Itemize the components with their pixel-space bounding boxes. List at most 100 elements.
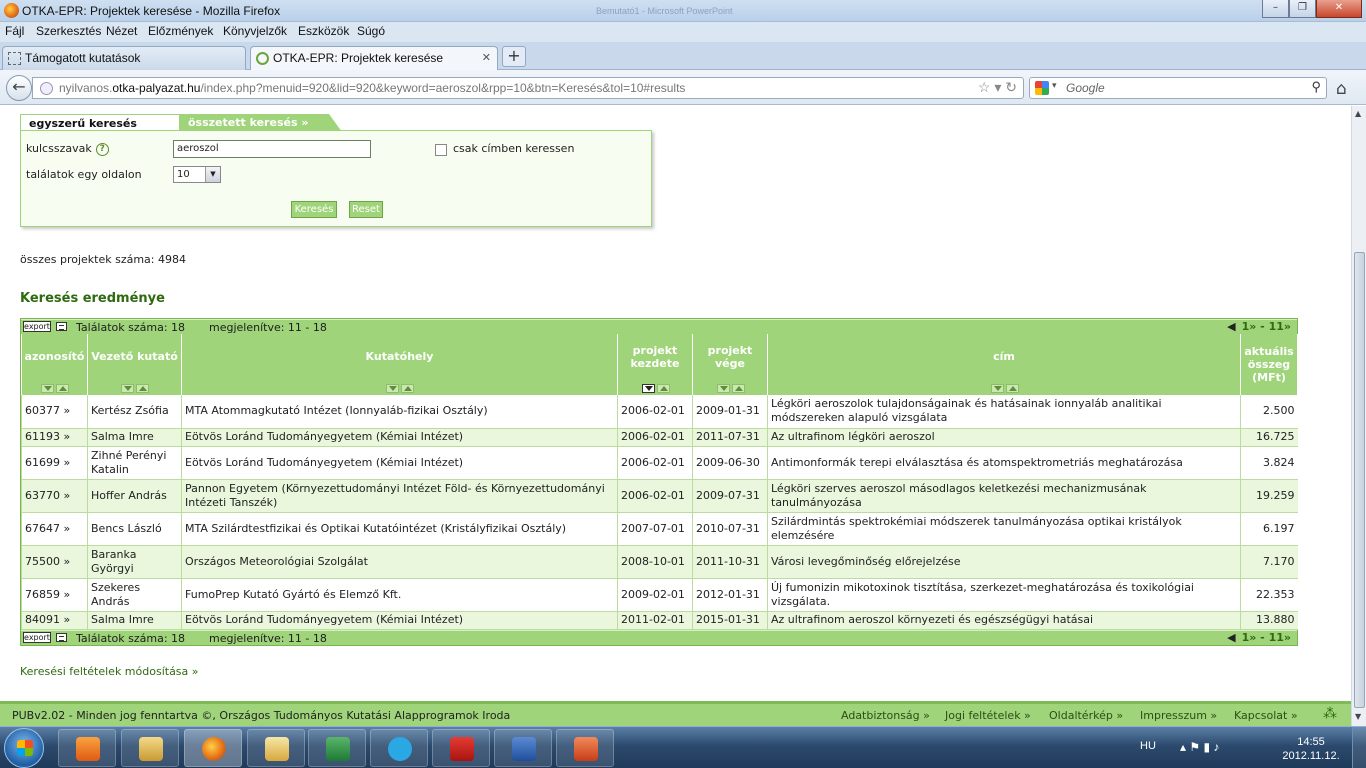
cell-lead: Baranka Györgyi (87, 545, 182, 579)
cell-id[interactable]: 61699 » (21, 446, 88, 480)
sitemap-icon[interactable]: ⁂ (1323, 706, 1337, 722)
menu-help[interactable]: Súgó (357, 24, 385, 38)
sort-icons[interactable] (989, 383, 1020, 393)
menu-history[interactable]: Előzmények (148, 24, 213, 38)
cell-amount: 7.170 (1240, 545, 1298, 579)
search-button[interactable]: Keresés (291, 201, 337, 218)
cell-id[interactable]: 61193 » (21, 428, 88, 447)
taskbar-outlook[interactable] (247, 729, 305, 767)
menu-file[interactable]: Fájl (5, 24, 24, 38)
menu-view[interactable]: Nézet (106, 24, 137, 38)
prev-page-icon[interactable]: ◀ (1227, 631, 1235, 644)
chevron-down-icon[interactable]: ▾ (1052, 80, 1057, 91)
print-icon[interactable] (56, 322, 67, 331)
word-icon (512, 737, 536, 761)
tab-project-search[interactable]: OTKA-EPR: Projektek keresése ✕ (250, 46, 498, 71)
col-header-end[interactable]: projekt vége (692, 334, 768, 395)
maximize-button[interactable]: ❐ (1289, 0, 1316, 18)
taskbar-explorer[interactable] (121, 729, 179, 767)
sort-icons[interactable] (715, 383, 746, 393)
tray-icons[interactable]: ▴ ⚑ ▮ ♪ (1180, 740, 1219, 754)
start-button[interactable] (4, 728, 44, 768)
cell-id[interactable]: 75500 » (21, 545, 88, 579)
print-icon[interactable] (56, 632, 67, 642)
results-per-page-select[interactable]: 10 ▼ (173, 166, 221, 183)
col-header-title[interactable]: cím (767, 334, 1241, 395)
menu-bookmarks[interactable]: Könyvjelzők (223, 24, 287, 38)
export-button[interactable]: export (23, 321, 51, 332)
export-button[interactable]: export (23, 631, 51, 643)
footer-link-contact[interactable]: Kapcsolat » (1234, 709, 1298, 722)
cell-institution: FumoPrep Kutató Gyártó és Elemző Kft. (181, 578, 618, 612)
scrollbar-thumb[interactable] (1354, 252, 1365, 708)
home-icon[interactable]: ⌂ (1336, 79, 1347, 99)
reset-button[interactable]: Reset (349, 201, 383, 218)
cell-end: 2012-01-31 (692, 578, 768, 612)
col-header-start[interactable]: projekt kezdete (617, 334, 693, 395)
close-tab-icon[interactable]: ✕ (482, 51, 491, 64)
language-indicator[interactable]: HU (1140, 740, 1156, 752)
modify-search-link[interactable]: Keresési feltételek módosítása » (20, 665, 199, 678)
taskbar-acrobat[interactable] (432, 729, 490, 767)
keyword-input[interactable]: aeroszol (173, 140, 371, 158)
clock-time: 14:55 (1297, 736, 1325, 748)
cell-id[interactable]: 67647 » (21, 512, 88, 546)
url-bar[interactable]: nyilvanos.otka-palyazat.hu/index.php?men… (32, 77, 1024, 99)
show-desktop-button[interactable] (1352, 727, 1366, 768)
taskbar-excel[interactable] (308, 729, 366, 767)
hit-count: Találatok száma: 18 (76, 321, 186, 334)
cell-amount: 3.824 (1240, 446, 1298, 480)
sort-icons[interactable] (120, 383, 151, 393)
back-button[interactable]: ← (6, 75, 32, 101)
sort-icons[interactable] (40, 383, 71, 393)
taskbar-media-player[interactable] (58, 729, 116, 767)
search-icon[interactable]: ⚲ (1311, 79, 1321, 95)
prev-page-icon[interactable]: ◀ (1227, 320, 1235, 333)
cell-id[interactable]: 76859 » (21, 578, 88, 612)
title-only-checkbox[interactable] (435, 144, 447, 156)
vertical-scrollbar[interactable]: ▲ ▼ (1351, 106, 1366, 726)
scroll-up-icon[interactable]: ▲ (1355, 109, 1361, 118)
cell-lead: Kertész Zsófia (87, 395, 182, 429)
rpp-value: 10 (177, 169, 190, 180)
footer-link-legal[interactable]: Jogi feltételek » (945, 709, 1031, 722)
help-icon[interactable]: ? (95, 142, 109, 156)
footer-link-data-security[interactable]: Adatbiztonság » (841, 709, 930, 722)
sort-icons[interactable] (385, 383, 416, 393)
col-header-id[interactable]: azonosító (21, 334, 88, 395)
footer-link-imprint[interactable]: Impresszum » (1140, 709, 1217, 722)
taskbar-firefox[interactable] (184, 729, 242, 767)
col-header-lead[interactable]: Vezető kutató (87, 334, 182, 395)
total-projects-count: összes projektek száma: 4984 (20, 253, 186, 266)
col-header-institution[interactable]: Kutatóhely (181, 334, 618, 395)
web-search-input[interactable]: ▾ Google ⚲ (1029, 77, 1327, 99)
cell-start: 2011-02-01 (617, 611, 693, 630)
bookmark-star-icon[interactable]: ☆ ▾ ↻ (978, 79, 1017, 96)
new-tab-button[interactable]: + (502, 46, 526, 67)
taskbar-skype[interactable] (370, 729, 428, 767)
scroll-down-icon[interactable]: ▼ (1355, 712, 1361, 721)
page-links[interactable]: 1» - 11» (1242, 320, 1291, 333)
windows-taskbar: HU ▴ ⚑ ▮ ♪ 14:55 2012.11.12. (0, 726, 1366, 768)
taskbar-powerpoint[interactable] (556, 729, 614, 767)
cell-title: Antimonformák terepi elválasztása és ato… (767, 446, 1241, 480)
results-heading: Keresés eredménye (20, 291, 165, 306)
cell-amount: 2.500 (1240, 395, 1298, 429)
title-only-label: csak címben keressen (453, 142, 575, 155)
close-window-button[interactable]: ✕ (1316, 0, 1362, 18)
cell-id[interactable]: 63770 » (21, 479, 88, 513)
cell-title: Az ultrafinom aeroszol környezeti és egé… (767, 611, 1241, 630)
cell-end: 2010-07-31 (692, 512, 768, 546)
menu-edit[interactable]: Szerkesztés (36, 24, 101, 38)
sort-icons[interactable] (640, 383, 671, 393)
minimize-button[interactable]: – (1262, 0, 1289, 18)
taskbar-word[interactable] (494, 729, 552, 767)
cell-id[interactable]: 60377 » (21, 395, 88, 429)
page-links[interactable]: 1» - 11» (1242, 631, 1291, 644)
system-clock[interactable]: 14:55 2012.11.12. (1280, 735, 1342, 763)
cell-id[interactable]: 84091 » (21, 611, 88, 630)
menu-tools[interactable]: Eszközök (298, 24, 349, 38)
footer-link-sitemap[interactable]: Oldaltérkép » (1049, 709, 1123, 722)
tab-supported-research[interactable]: Támogatott kutatások (2, 46, 246, 70)
tab-label: Támogatott kutatások (25, 51, 141, 65)
